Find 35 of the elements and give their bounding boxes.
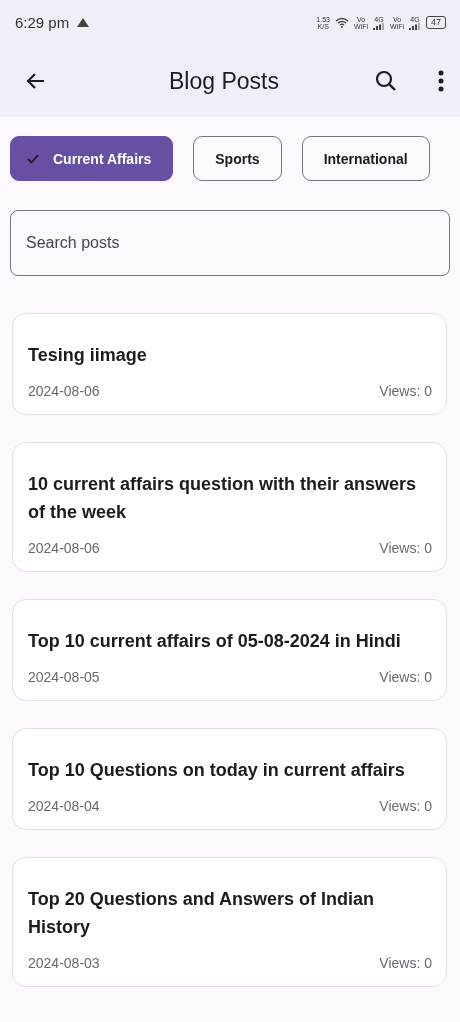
post-card[interactable]: Top 10 Questions on today in current affairs 2024-08-04 Views: 0 [12, 728, 447, 830]
filter-chip[interactable]: International [301, 136, 430, 181]
post-title: 10 current affairs question with their answers of the week [28, 473, 418, 524]
post-card[interactable]: Top 20 Questions and Answers of Indian History 2024-08-03 Views: 0 [12, 857, 447, 987]
post-title: Top 10 Questions on today in current affairs [28, 759, 406, 782]
more-button[interactable] [436, 68, 446, 94]
more-vertical-icon [438, 70, 444, 92]
wifi-icon [335, 17, 349, 28]
view-count: Views: 0 [379, 669, 432, 685]
signal-icon [373, 22, 385, 30]
post-title: Top 20 Questions and Answers of Indian History [28, 888, 376, 939]
post-date: 2024-08-04 [28, 798, 100, 814]
post-title: Tesing iimage [28, 344, 148, 367]
status-time: 6:29 pm [15, 14, 70, 31]
check-icon [27, 153, 39, 164]
post-date: 2024-08-06 [28, 383, 100, 399]
post-date: 2024-08-06 [28, 540, 100, 556]
page-title: Blog Posts [168, 67, 280, 95]
post-date: 2024-08-05 [28, 669, 100, 685]
post-card[interactable]: 10 current affairs question with their answers of the week 2024-08-06 Views: 0 [12, 442, 447, 572]
search-icon [374, 69, 398, 93]
filter-chip[interactable]: Current Affairs [10, 136, 174, 181]
view-count: Views: 0 [379, 540, 432, 556]
view-count: Views: 0 [379, 798, 432, 814]
search-field[interactable]: Search posts [10, 210, 450, 276]
post-title: Top 10 current affairs of 05-08-2024 in Hindi [28, 630, 402, 653]
triangle-icon [77, 18, 90, 27]
signal-icon [409, 22, 421, 30]
filter-chip[interactable]: Sports [193, 136, 282, 181]
battery-level: 47 [426, 16, 446, 29]
view-count: Views: 0 [379, 955, 432, 971]
post-card[interactable]: Tesing iimage 2024-08-06 Views: 0 [12, 313, 447, 415]
view-count: Views: 0 [379, 383, 432, 399]
post-date: 2024-08-03 [28, 955, 100, 971]
post-card[interactable]: Top 10 current affairs of 05-08-2024 in Hindi 2024-08-05 Views: 0 [12, 599, 447, 701]
